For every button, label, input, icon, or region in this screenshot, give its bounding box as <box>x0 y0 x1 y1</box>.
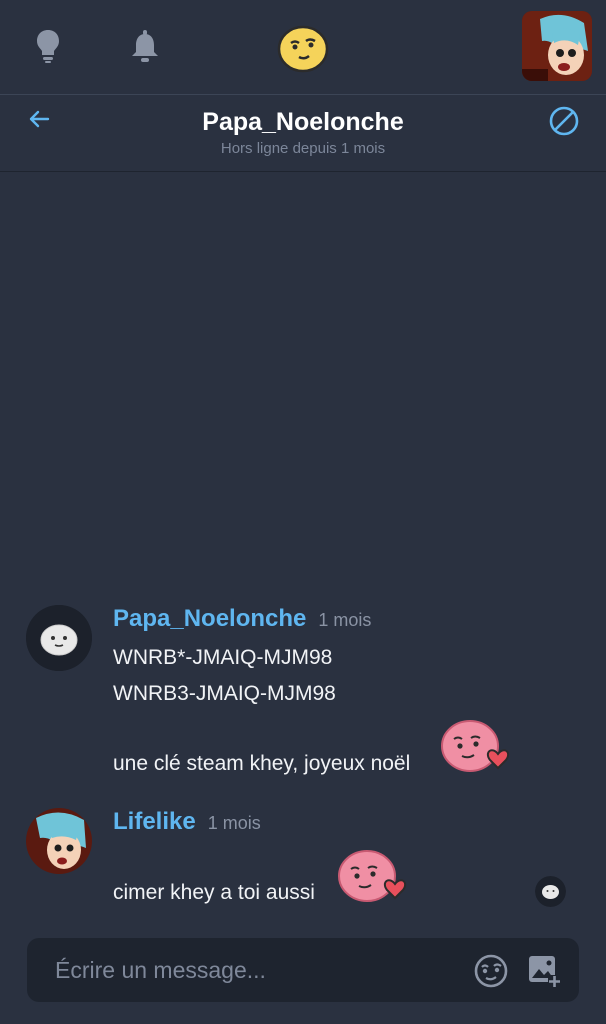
block-icon[interactable] <box>547 104 581 138</box>
conversation-status: Hors ligne depuis 1 mois <box>220 140 386 157</box>
message-time: 1 mois <box>318 610 372 630</box>
avatar[interactable] <box>26 605 92 671</box>
smiley-sticker-icon[interactable] <box>276 22 330 74</box>
conversation-title: Papa_Noelonche <box>202 108 404 136</box>
lightbulb-icon[interactable] <box>30 26 66 66</box>
read-receipt-avatar <box>535 876 566 907</box>
message-header: Papa_Noelonche 1 mois <box>113 605 371 633</box>
message-header: Lifelike 1 mois <box>113 808 261 836</box>
user-avatar[interactable] <box>522 11 592 81</box>
author-name[interactable]: Lifelike <box>113 808 196 836</box>
message-text: WNRB*-JMAIQ-MJM98 <box>113 646 333 669</box>
message-composer <box>27 938 579 1002</box>
message-text: WNRB3-JMAIQ-MJM98 <box>113 682 336 705</box>
love-sticker-icon <box>440 716 516 776</box>
conversation-header: Papa_Noelonche Hors ligne depuis 1 mois <box>0 96 606 172</box>
bell-icon[interactable] <box>126 26 164 66</box>
message-time: 1 mois <box>207 813 261 833</box>
top-bar <box>0 0 606 95</box>
message-input[interactable] <box>27 938 467 1002</box>
app: Papa_Noelonche Hors ligne depuis 1 mois … <box>0 0 606 1024</box>
author-name[interactable]: Papa_Noelonche <box>113 605 306 633</box>
message-text: cimer khey a toi aussi <box>113 881 315 904</box>
message-text: une clé steam khey, joyeux noël <box>113 752 411 775</box>
love-sticker-icon <box>337 846 413 906</box>
add-image-icon[interactable] <box>526 953 562 989</box>
avatar[interactable] <box>26 808 92 874</box>
emoji-icon[interactable] <box>472 952 510 990</box>
